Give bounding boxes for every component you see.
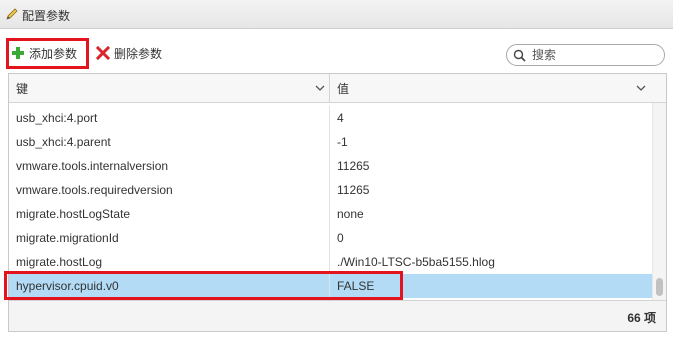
chevron-down-icon[interactable]	[315, 83, 325, 93]
row-value: 11265	[337, 183, 370, 197]
pencil-icon	[6, 8, 18, 20]
delete-parameter-button[interactable]: 删除参数	[96, 43, 162, 63]
column-header-key[interactable]: 键	[16, 74, 326, 102]
table-footer: 66 项	[9, 300, 666, 331]
add-parameter-label: 添加参数	[29, 46, 78, 61]
row-key: migrate.migrationId	[16, 231, 119, 245]
row-value: FALSE	[337, 279, 375, 293]
table-row[interactable]: vmware.tools.internalversion 11265	[9, 154, 652, 178]
row-key: usb_xhci:4.port	[16, 111, 98, 125]
magnifier-icon	[513, 49, 526, 62]
row-key: hypervisor.cpuid.v0	[16, 279, 119, 293]
row-key: usb_xhci:4.parent	[16, 135, 111, 149]
chevron-down-icon[interactable]	[636, 83, 646, 93]
row-key: vmware.tools.internalversion	[16, 159, 169, 173]
search-input[interactable]	[530, 47, 654, 63]
column-header-value[interactable]: 值	[337, 74, 659, 102]
search-box[interactable]	[506, 44, 665, 66]
table-row[interactable]: migrate.hostLog ./Win10-LTSC-b5ba5155.hl…	[9, 250, 652, 274]
row-value: ./Win10-LTSC-b5ba5155.hlog	[337, 255, 495, 269]
table-body: usb_xhci:4.port 4 usb_xhci:4.parent -1 v…	[9, 106, 652, 298]
panel-title: 配置参数	[22, 9, 71, 23]
table-row[interactable]: migrate.hostLogState none	[9, 202, 652, 226]
plus-icon	[12, 47, 24, 59]
table-row-selected[interactable]: hypervisor.cpuid.v0 FALSE	[9, 274, 652, 298]
row-value: 0	[337, 231, 344, 245]
row-key: migrate.hostLog	[16, 255, 103, 269]
row-value: none	[337, 207, 364, 221]
parameters-table: 键 值 usb_xhci:4.port 4 usb_xhci:4.parent …	[8, 73, 667, 332]
item-count: 66 项	[627, 311, 656, 325]
table-header: 键 值	[9, 74, 666, 103]
panel-header: 配置参数	[0, 0, 673, 29]
table-row[interactable]: vmware.tools.requiredversion 11265	[9, 178, 652, 202]
delete-parameter-label: 删除参数	[114, 46, 163, 61]
row-key: migrate.hostLogState	[16, 207, 131, 221]
column-header-key-label: 键	[16, 81, 29, 96]
add-parameter-button[interactable]: 添加参数	[11, 43, 77, 63]
column-header-value-label: 值	[337, 81, 350, 96]
x-icon	[96, 46, 110, 60]
row-value: 4	[337, 111, 344, 125]
row-value: -1	[337, 135, 348, 149]
scrollbar-thumb[interactable]	[656, 278, 663, 296]
vertical-scrollbar[interactable]	[652, 103, 666, 301]
table-row[interactable]: migrate.migrationId 0	[9, 226, 652, 250]
row-value: 11265	[337, 159, 370, 173]
column-divider[interactable]	[329, 74, 330, 102]
row-key: vmware.tools.requiredversion	[16, 183, 173, 197]
table-row[interactable]: usb_xhci:4.port 4	[9, 106, 652, 130]
table-row[interactable]: usb_xhci:4.parent -1	[9, 130, 652, 154]
